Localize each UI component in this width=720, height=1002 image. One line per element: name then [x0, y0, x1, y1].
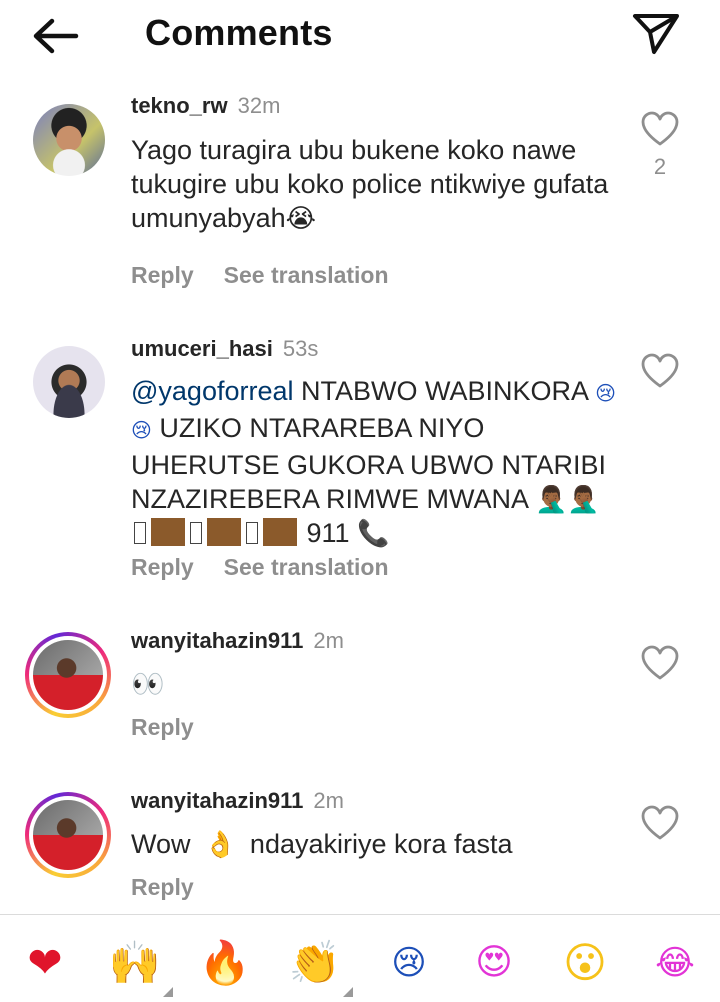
comment-time: 2m	[313, 788, 344, 813]
comment-time: 32m	[237, 93, 281, 118]
emoji-tears-of-joy-button[interactable]: 😂	[647, 935, 703, 991]
heart-eyes-icon: 😍	[475, 942, 513, 983]
page-title: Comments	[145, 12, 333, 53]
variant-indicator	[163, 987, 173, 997]
clapping-hands-icon: 👏	[288, 938, 342, 987]
comment-actions: Reply	[131, 714, 194, 741]
comment-text: 👀	[131, 669, 165, 699]
comment-username[interactable]: wanyitahazin911 2m	[131, 788, 344, 814]
like-count: 2	[653, 154, 667, 179]
header-bar: Comments	[0, 0, 720, 70]
comment-text: Yago turagira ubu bukene koko nawe tukug…	[131, 135, 609, 233]
like-button[interactable]	[640, 645, 680, 681]
see-translation-button[interactable]: See translation	[224, 554, 389, 580]
avatar-story-ring[interactable]	[25, 792, 111, 878]
avatar[interactable]	[33, 104, 105, 176]
emoji-reaction-bar: ❤ 🙌 🔥 👏 😢 😍 😮 😂	[0, 914, 720, 1002]
like-button[interactable]	[640, 111, 680, 147]
heart-outline-icon	[641, 645, 679, 680]
emoji-heart-button[interactable]: ❤	[17, 935, 73, 991]
comment-username[interactable]: umuceri_hasi 53s	[131, 336, 318, 362]
paper-plane-icon	[633, 14, 679, 54]
comment-actions: Reply See translation	[131, 262, 389, 289]
fire-icon: 🔥	[198, 938, 252, 987]
avatar[interactable]	[33, 346, 105, 418]
tears-of-joy-icon: 😂	[655, 943, 695, 983]
arrow-left-icon	[33, 18, 79, 54]
variant-indicator	[343, 987, 353, 997]
heart-outline-icon	[641, 805, 679, 840]
emoji-raised-hands-button[interactable]: 🙌	[107, 935, 173, 997]
comment-username[interactable]: wanyitahazin911 2m	[131, 628, 344, 654]
reply-button[interactable]: Reply	[131, 874, 194, 900]
heart-outline-icon	[641, 111, 679, 146]
astonished-face-icon: 😮	[563, 938, 607, 987]
telephone-icon: 📞	[357, 518, 390, 548]
emoji-heart-eyes-button[interactable]: 😍	[466, 935, 522, 991]
facepalm-emoji: 🤦🏾‍♂️🤦🏾‍♂️	[535, 484, 600, 514]
emoji-astonished-button[interactable]: 😮	[557, 935, 613, 991]
crying-emoji: 😭	[285, 203, 316, 233]
comment-actions: Reply	[131, 874, 194, 901]
back-button[interactable]	[28, 14, 84, 58]
share-button[interactable]	[630, 10, 682, 56]
like-button[interactable]	[640, 805, 680, 841]
emoji-crying-button[interactable]: 😢	[381, 935, 437, 991]
comment-text: @yagoforreal NTABWO WABINKORA 😢 😢 UZIKO …	[131, 376, 616, 548]
mention-link[interactable]: @yagoforreal	[131, 376, 294, 406]
heart-outline-icon	[641, 353, 679, 388]
reply-button[interactable]: Reply	[131, 262, 194, 288]
heart-icon: ❤	[27, 938, 63, 987]
comment-text: Wow 👌 ndayakiriye kora fasta	[131, 829, 513, 859]
avatar	[33, 640, 103, 710]
raised-hands-icon: 🙌	[108, 938, 162, 987]
emoji-clap-button[interactable]: 👏	[287, 935, 353, 997]
comment-time: 2m	[313, 628, 344, 653]
like-button[interactable]	[640, 353, 680, 389]
comment-time: 53s	[282, 336, 319, 361]
unrendered-emoji-sequence	[131, 518, 299, 548]
avatar-story-ring[interactable]	[25, 632, 111, 718]
crying-face-icon: 😢	[391, 943, 427, 983]
see-translation-button[interactable]: See translation	[224, 262, 389, 288]
emoji-fire-button[interactable]: 🔥	[197, 935, 253, 991]
reply-button[interactable]: Reply	[131, 554, 194, 580]
comment-username[interactable]: tekno_rw 32m	[131, 93, 280, 119]
comment-actions: Reply See translation	[131, 554, 389, 581]
ok-hand-emoji: 👌	[204, 829, 237, 859]
reply-button[interactable]: Reply	[131, 714, 194, 740]
avatar	[33, 800, 103, 870]
